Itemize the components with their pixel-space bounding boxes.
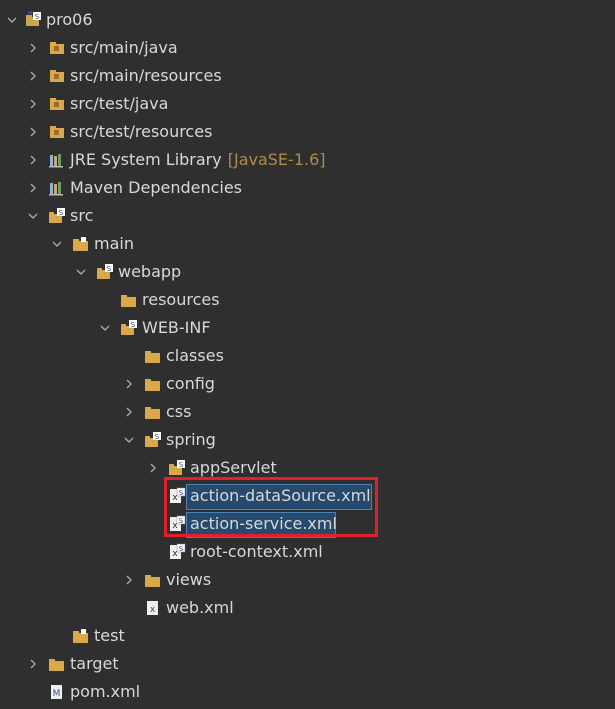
red-annotation-box	[164, 477, 378, 537]
spring-folder-icon: S	[168, 459, 186, 477]
library-icon	[48, 151, 66, 169]
chevron-down-icon[interactable]	[122, 433, 136, 447]
tree-label: root-context.xml	[190, 542, 323, 561]
library-name: JRE System Library	[70, 150, 222, 169]
chevron-right-icon[interactable]	[26, 97, 40, 111]
tree-row[interactable]: classes	[0, 342, 615, 370]
chevron-right-icon[interactable]	[26, 657, 40, 671]
tree-row[interactable]: JRE System Library [JavaSE-1.6]	[0, 146, 615, 174]
tree-row[interactable]: config	[0, 370, 615, 398]
chevron-down-icon[interactable]	[5, 13, 19, 27]
tree-label: WEB-INF	[142, 318, 211, 337]
svg-text:x: x	[150, 605, 156, 615]
tree-row[interactable]: test	[0, 622, 615, 650]
tree-row[interactable]: main	[0, 230, 615, 258]
tree-label: src/main/java	[70, 38, 178, 57]
project-icon: S M	[24, 11, 42, 29]
folder-icon	[120, 291, 138, 309]
folder-icon	[48, 655, 66, 673]
tree-row[interactable]: x web.xml	[0, 594, 615, 622]
spring-folder-icon: S	[120, 319, 138, 337]
chevron-right-icon[interactable]	[122, 405, 136, 419]
spring-folder-icon: S	[96, 263, 114, 281]
tree-row[interactable]: css	[0, 398, 615, 426]
folder-icon	[144, 347, 162, 365]
library-icon	[48, 179, 66, 197]
package-folder-icon	[48, 67, 66, 85]
tree-label: views	[166, 570, 212, 589]
xml-file-icon: x	[144, 599, 162, 617]
package-folder-icon	[48, 123, 66, 141]
spring-folder-icon: S	[144, 431, 162, 449]
tree-row[interactable]: src/main/resources	[0, 62, 615, 90]
svg-text:S: S	[35, 13, 40, 21]
tree-row[interactable]: M pom.xml	[0, 678, 615, 706]
tree-row[interactable]: target	[0, 650, 615, 678]
chevron-down-icon[interactable]	[98, 321, 112, 335]
tree-label: webapp	[118, 262, 182, 281]
tree-row[interactable]: src/test/java	[0, 90, 615, 118]
tree-row[interactable]: S webapp	[0, 258, 615, 286]
chevron-right-icon[interactable]	[26, 181, 40, 195]
tree-label: src	[70, 206, 94, 225]
folder-icon	[144, 403, 162, 421]
tree-row[interactable]: src/main/java	[0, 34, 615, 62]
tree-label: src/test/resources	[70, 122, 213, 141]
tree-label: resources	[142, 290, 220, 309]
folder-icon	[144, 571, 162, 589]
tree-row-project[interactable]: S M pro06	[0, 6, 615, 34]
folder-icon	[144, 375, 162, 393]
tree-label: target	[70, 654, 119, 673]
chevron-down-icon[interactable]	[50, 237, 64, 251]
spring-folder-icon: S	[48, 207, 66, 225]
tree-label: test	[94, 626, 125, 645]
tree-label: main	[94, 234, 134, 253]
tree-row[interactable]: S WEB-INF	[0, 314, 615, 342]
tree-label: JRE System Library [JavaSE-1.6]	[70, 146, 326, 174]
tree-row[interactable]: resources	[0, 286, 615, 314]
svg-text:S: S	[107, 265, 112, 273]
tree-label: src/main/resources	[70, 66, 222, 85]
chevron-right-icon[interactable]	[26, 125, 40, 139]
chevron-right-icon[interactable]	[122, 573, 136, 587]
tree-label: config	[166, 374, 215, 393]
tree-label: css	[166, 402, 192, 421]
chevron-right-icon[interactable]	[146, 461, 160, 475]
top-edge	[0, 0, 615, 4]
svg-text:S: S	[131, 321, 136, 329]
tree-label: src/test/java	[70, 94, 169, 113]
package-folder-icon	[48, 95, 66, 113]
tree-label: web.xml	[166, 598, 234, 617]
chevron-right-icon[interactable]	[122, 377, 136, 391]
tree-label: pro06	[46, 10, 93, 29]
svg-text:S: S	[59, 209, 64, 217]
chevron-down-icon[interactable]	[74, 265, 88, 279]
spring-xml-icon: xS	[168, 543, 186, 561]
tree-row[interactable]: src/test/resources	[0, 118, 615, 146]
maven-pom-icon: M	[48, 683, 66, 701]
project-explorer-tree: S M pro06 src/main/java src/main/resourc…	[0, 0, 615, 709]
chevron-right-icon[interactable]	[26, 153, 40, 167]
tree-row[interactable]: xS root-context.xml	[0, 538, 615, 566]
svg-text:M: M	[28, 11, 32, 17]
tree-label: classes	[166, 346, 224, 365]
svg-text:S: S	[155, 433, 160, 441]
folder-icon	[72, 627, 90, 645]
tree-row[interactable]: S spring	[0, 426, 615, 454]
tree-row[interactable]: views	[0, 566, 615, 594]
tree-label: Maven Dependencies	[70, 178, 243, 197]
folder-icon	[72, 235, 90, 253]
chevron-right-icon[interactable]	[26, 69, 40, 83]
svg-text:M: M	[53, 689, 61, 699]
chevron-right-icon[interactable]	[26, 41, 40, 55]
tree-row[interactable]: S src	[0, 202, 615, 230]
package-folder-icon	[48, 39, 66, 57]
tree-row[interactable]: Maven Dependencies	[0, 174, 615, 202]
tree-label: spring	[166, 430, 216, 449]
chevron-down-icon[interactable]	[26, 209, 40, 223]
tree-label: pom.xml	[70, 682, 141, 701]
library-version: [JavaSE-1.6]	[227, 150, 326, 169]
svg-text:S: S	[179, 461, 184, 469]
svg-text:S: S	[179, 545, 184, 553]
